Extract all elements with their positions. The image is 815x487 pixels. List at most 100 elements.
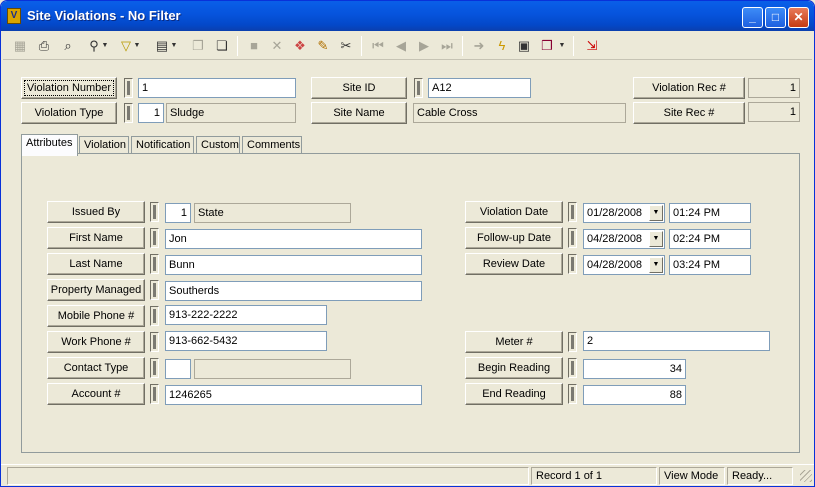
last-name-button[interactable]: Last Name [47,253,145,275]
followup-date-picker[interactable]: 04/28/2008 ▼ [583,229,665,249]
print-icon[interactable]: ⎙ [33,35,55,57]
paste-icon[interactable]: ❏ [211,35,233,57]
work-phone-lookup[interactable] [150,332,159,352]
status-state: Ready... [727,467,793,485]
lightning-icon[interactable]: ϟ [491,35,513,57]
violation-type-lookup[interactable] [124,103,133,123]
print-preview-icon[interactable]: ⌕ [57,35,79,57]
issued-by-code-field[interactable]: 1 [165,203,191,223]
end-reading-field[interactable]: 88 [583,385,686,405]
report-dropdown-icon[interactable]: ▼ [169,35,179,57]
issued-by-lookup[interactable] [150,202,159,222]
filter-dropdown-icon[interactable]: ▼ [132,35,142,57]
site-id-lookup[interactable] [414,78,423,98]
account-lookup[interactable] [150,384,159,404]
exit-icon[interactable]: ⇲ [581,35,603,57]
violation-type-button[interactable]: Violation Type [21,102,117,124]
property-managed-button[interactable]: Property Managed [47,279,145,301]
app-icon[interactable]: V [7,8,21,24]
resize-grip-icon[interactable] [800,470,812,482]
mobile-phone-lookup[interactable] [150,306,159,326]
violation-rec-button[interactable]: Violation Rec # [633,77,745,99]
contact-type-button[interactable]: Contact Type [47,357,145,379]
violation-number-lookup[interactable] [124,78,133,98]
review-time-field[interactable]: 03:24 PM [669,255,751,275]
site-rec-button[interactable]: Site Rec # [633,102,745,124]
previous-record-icon[interactable]: ◀ [390,35,412,57]
work-phone-button[interactable]: Work Phone # [47,331,145,353]
wizard-icon[interactable]: ▣ [513,35,535,57]
review-date-value: 04/28/2008 [587,259,643,271]
go-icon[interactable]: ➜ [468,35,490,57]
close-icon: ✕ [793,10,804,24]
toolbar-separator [361,36,362,56]
next-record-icon[interactable]: ▶ [413,35,435,57]
cut-icon[interactable]: ✂ [335,35,357,57]
site-id-field[interactable]: A12 [428,78,531,98]
close-button[interactable]: ✕ [788,7,809,28]
chevron-down-icon[interactable]: ▼ [649,257,663,273]
begin-reading-button[interactable]: Begin Reading [465,357,563,379]
edit-icon[interactable]: ✎ [312,35,334,57]
violation-type-code-field[interactable]: 1 [138,103,164,123]
book-dropdown-icon[interactable]: ▼ [557,35,567,57]
chevron-down-icon[interactable]: ▼ [649,205,663,221]
last-name-lookup[interactable] [150,254,159,274]
violation-number-field[interactable]: 1 [138,78,296,98]
first-name-lookup[interactable] [150,228,159,248]
last-name-field[interactable]: Bunn [165,255,422,275]
property-managed-lookup[interactable] [150,280,159,300]
copy-icon[interactable]: ❐ [187,35,209,57]
followup-time-field[interactable]: 02:24 PM [669,229,751,249]
save-icon[interactable]: ■ [243,35,265,57]
meter-button[interactable]: Meter # [465,331,563,353]
review-date-picker[interactable]: 04/28/2008 ▼ [583,255,665,275]
mobile-phone-button[interactable]: Mobile Phone # [47,305,145,327]
delete-icon[interactable]: ✕ [266,35,288,57]
begin-reading-lookup[interactable] [568,358,577,378]
account-field[interactable]: 1246265 [165,385,422,405]
tab-attributes[interactable]: Attributes [21,134,78,156]
violation-time-field[interactable]: 01:24 PM [669,203,751,223]
first-name-field[interactable]: Jon [165,229,422,249]
chevron-down-icon[interactable]: ▼ [649,231,663,247]
status-mode: View Mode [659,467,725,485]
end-reading-button[interactable]: End Reading [465,383,563,405]
property-managed-field[interactable]: Southerds [165,281,422,301]
contact-type-lookup[interactable] [150,358,159,378]
violation-date-lookup[interactable] [568,202,577,222]
toolbar: ▦ ⎙ ⌕ ⚲ ▼ ▽ ▼ ▤ ▼ ❐ ❏ ■ ✕ ❖ ✎ ✂ ⏮ ◀ ▶ ⏭ … [3,32,812,60]
begin-reading-field[interactable]: 34 [583,359,686,379]
account-button[interactable]: Account # [47,383,145,405]
violation-date-picker[interactable]: 01/28/2008 ▼ [583,203,665,223]
meter-lookup[interactable] [568,332,577,352]
status-record: Record 1 of 1 [531,467,657,485]
followup-date-lookup[interactable] [568,228,577,248]
site-name-button[interactable]: Site Name [311,102,407,124]
violation-date-button[interactable]: Violation Date [465,201,563,223]
work-phone-field[interactable]: 913-662-5432 [165,331,327,351]
review-date-button[interactable]: Review Date [465,253,563,275]
site-id-button[interactable]: Site ID [311,77,407,99]
issued-by-name-field: State [194,203,351,223]
mobile-phone-field[interactable]: 913-222-2222 [165,305,327,325]
violation-number-button[interactable]: Violation Number [21,77,117,99]
contact-type-code-field[interactable] [165,359,191,379]
end-reading-lookup[interactable] [568,384,577,404]
followup-date-button[interactable]: Follow-up Date [465,227,563,249]
toolbar-separator [237,36,238,56]
grid-icon[interactable]: ▦ [9,35,31,57]
title-bar[interactable]: V Site Violations - No Filter _ □ ✕ [1,1,814,31]
maximize-button[interactable]: □ [765,7,786,28]
first-record-icon[interactable]: ⏮ [367,35,389,57]
minimize-button[interactable]: _ [742,7,763,28]
undo-icon[interactable]: ❖ [289,35,311,57]
meter-field[interactable]: 2 [583,331,770,351]
maximize-icon: □ [771,10,780,24]
review-date-lookup[interactable] [568,254,577,274]
last-record-icon[interactable]: ⏭ [436,35,458,57]
issued-by-button[interactable]: Issued By [47,201,145,223]
find-dropdown-icon[interactable]: ▼ [100,35,110,57]
first-name-button[interactable]: First Name [47,227,145,249]
book-icon[interactable]: ❒ [536,35,558,57]
